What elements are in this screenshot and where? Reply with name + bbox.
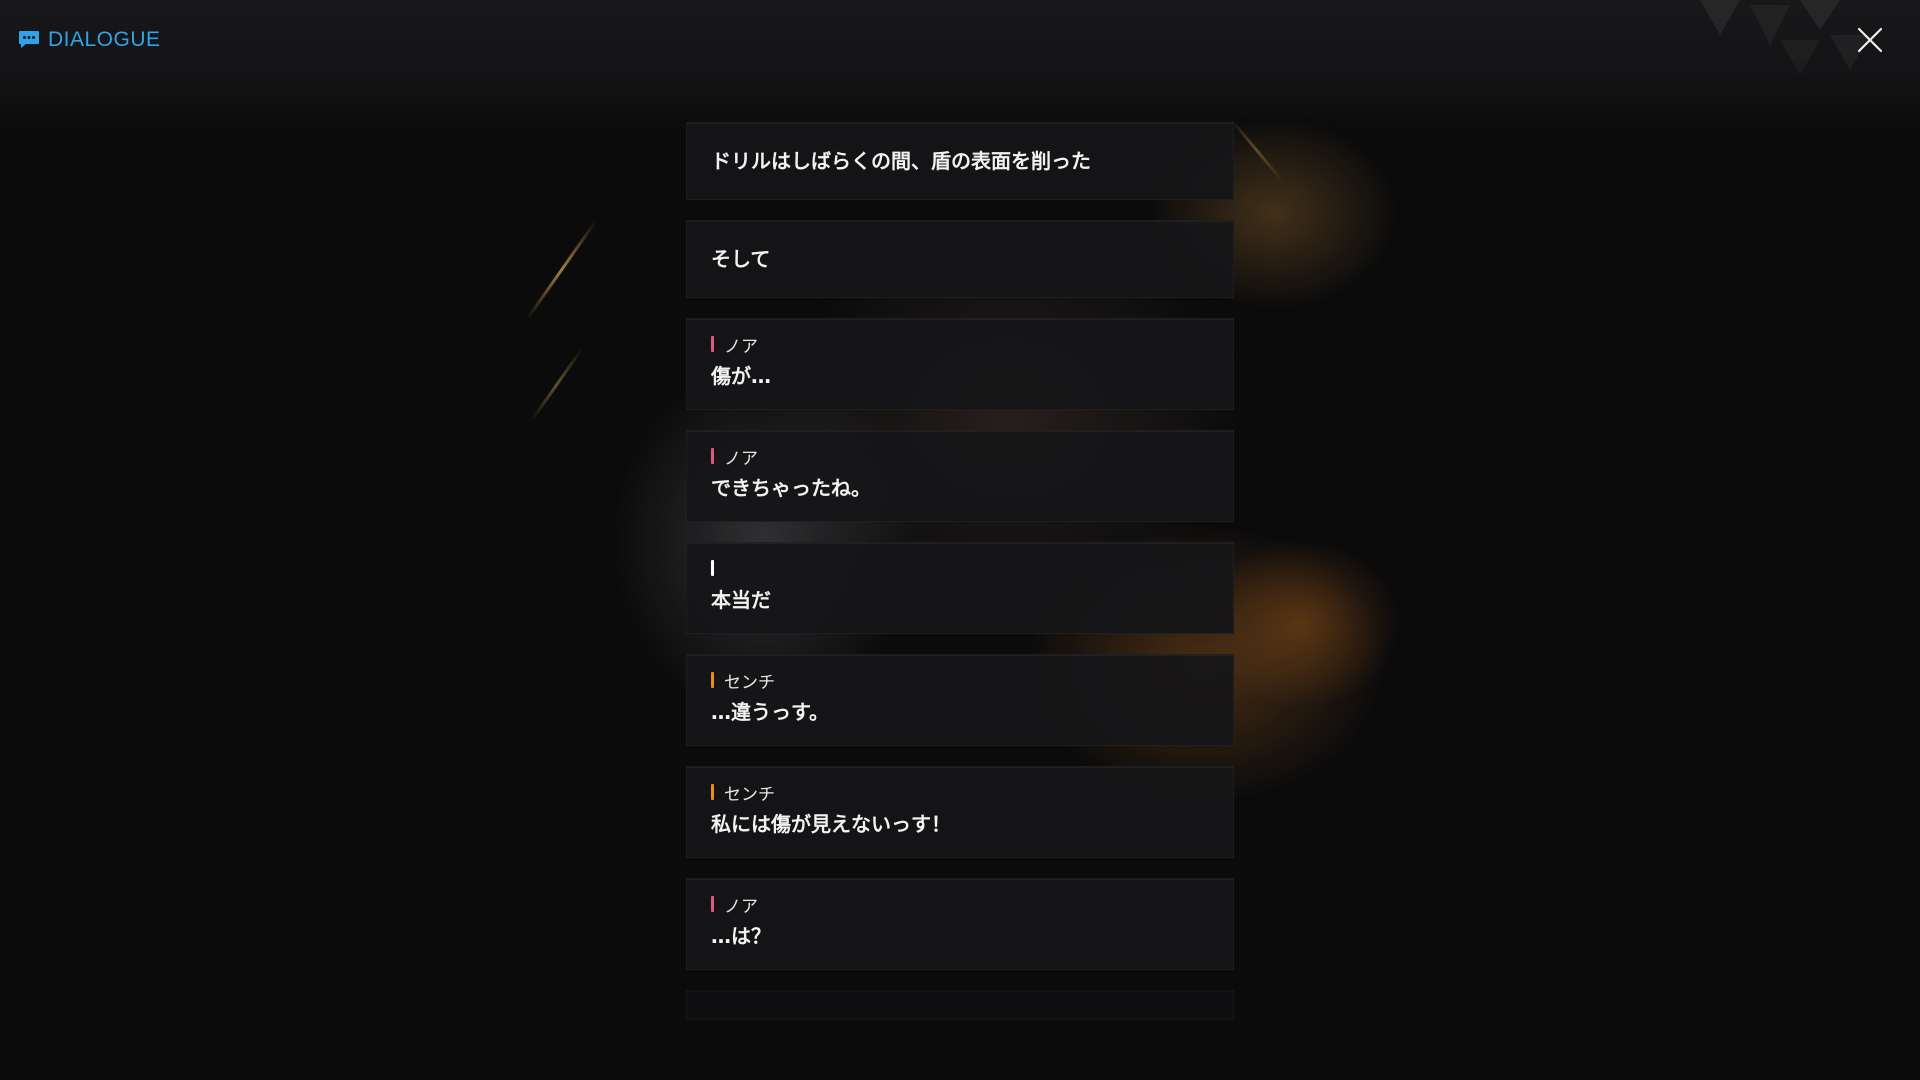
speaker-row: センチ xyxy=(711,779,1209,805)
dialogue-entry-partial xyxy=(686,990,1234,1020)
page-title: DIALOGUE xyxy=(48,28,161,51)
speaker-color-bar xyxy=(711,672,714,688)
speaker-row: ノア xyxy=(711,891,1209,917)
speaker-color-bar xyxy=(711,896,714,912)
dialogue-log-screen: DIALOGUE ドリルはしばらくの間、盾の表面を削った そして ノア 傷が… … xyxy=(0,0,1920,1080)
dialogue-entry: そして xyxy=(686,220,1234,298)
dialogue-text: 私には傷が見えないっす！ xyxy=(711,812,951,836)
speaker-name: センチ xyxy=(724,784,775,805)
dialogue-entry: ノア …は？ xyxy=(686,878,1234,970)
dialogue-entry: センチ …違うっす。 xyxy=(686,654,1234,746)
dialogue-entry: ノア できちゃったね。 xyxy=(686,430,1234,522)
dialogue-entry: 本当だ xyxy=(686,542,1234,634)
close-icon[interactable] xyxy=(1854,24,1886,56)
dialogue-text: そして xyxy=(711,247,771,271)
close-button[interactable] xyxy=(1854,24,1886,56)
speaker-color-bar xyxy=(711,336,714,352)
speaker-color-bar xyxy=(711,784,714,800)
dialogue-text: …は？ xyxy=(711,924,771,948)
dialogue-entry: ドリルはしばらくの間、盾の表面を削った xyxy=(686,122,1234,200)
dialogue-text: できちゃったね。 xyxy=(711,476,871,500)
speaker-row xyxy=(711,555,1209,581)
speaker-name: センチ xyxy=(724,672,775,693)
dialogue-list[interactable]: ドリルはしばらくの間、盾の表面を削った そして ノア 傷が… ノア できちゃった… xyxy=(686,122,1234,1022)
speaker-row: ノア xyxy=(711,443,1209,469)
speaker-row: ノア xyxy=(711,331,1209,357)
dialogue-text: 傷が… xyxy=(711,364,771,388)
chat-bubble-icon xyxy=(18,30,40,50)
speaker-name: ノア xyxy=(724,448,758,469)
dialogue-text: …違うっす。 xyxy=(711,700,829,724)
speaker-color-bar xyxy=(711,560,714,576)
speaker-row: センチ xyxy=(711,667,1209,693)
dialogue-text: 本当だ xyxy=(711,588,771,612)
corner-triangle-decoration xyxy=(1700,0,1870,75)
header-gradient xyxy=(0,0,1920,130)
dialogue-entry: センチ 私には傷が見えないっす！ xyxy=(686,766,1234,858)
speaker-color-bar xyxy=(711,448,714,464)
speaker-name: ノア xyxy=(724,896,758,917)
speaker-name: ノア xyxy=(724,336,758,357)
header: DIALOGUE xyxy=(18,28,161,52)
dialogue-text: ドリルはしばらくの間、盾の表面を削った xyxy=(711,149,1091,173)
dialogue-entry: ノア 傷が… xyxy=(686,318,1234,410)
